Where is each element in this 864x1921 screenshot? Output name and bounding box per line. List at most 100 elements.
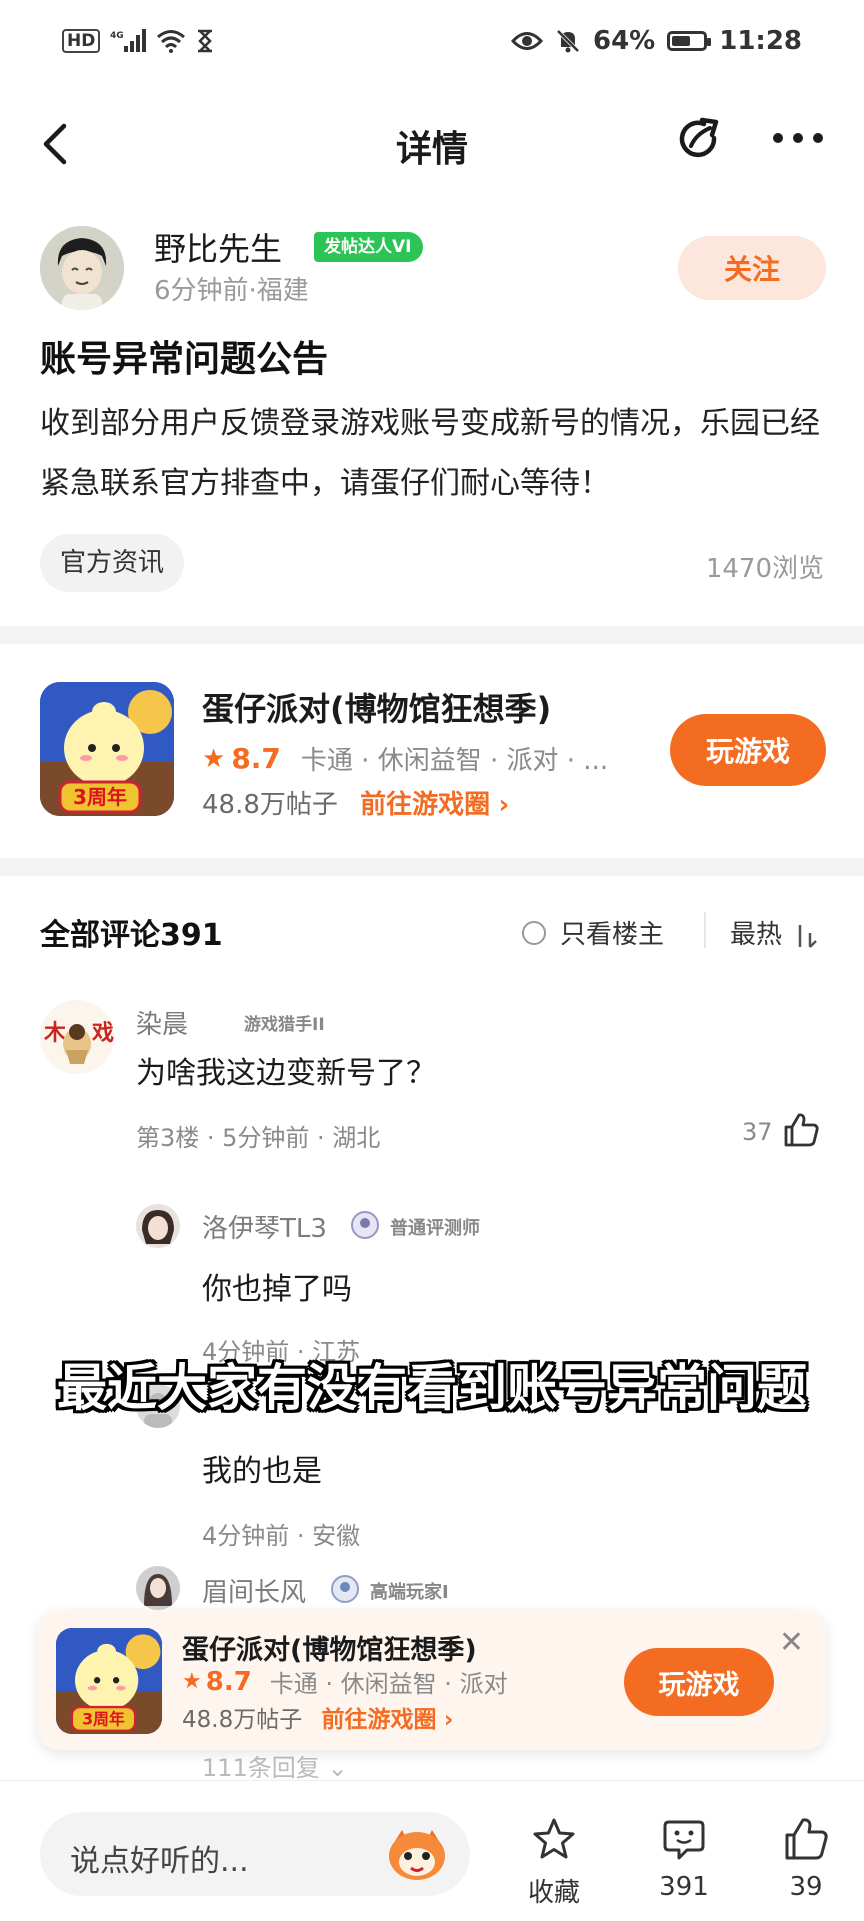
comment-avatar-image: 木 戏 (40, 1000, 114, 1074)
thumbs-up-icon (785, 1818, 828, 1860)
reply-author-badge: 普通评测师 (390, 1218, 480, 1239)
reply-avatar[interactable] (136, 1566, 180, 1610)
chevron-right-icon: › (498, 790, 510, 820)
game-genres: 卡通 · 休闲益智 · 派对 · ... (300, 746, 609, 776)
status-left: HD 4G (62, 28, 214, 54)
like-count: 39 (789, 1872, 823, 1902)
game-circle-link[interactable]: 前往游戏圈 (360, 790, 490, 820)
comment-text: 为啥我这边变新号了？ (136, 1056, 436, 1091)
reply-avatar-image (136, 1204, 180, 1248)
floating-game-icon-image: 3周年 (56, 1628, 162, 1734)
section-divider (0, 626, 864, 644)
more-icon[interactable] (770, 130, 826, 146)
favorite-button[interactable]: 收藏 (504, 1816, 604, 1909)
reply-author[interactable]: 眉间长风 (202, 1572, 306, 1609)
floating-game-genres: 卡通 · 休闲益智 · 派对 (269, 1670, 508, 1698)
eye-icon (511, 32, 543, 50)
reviewer-badge-icon (351, 1211, 379, 1239)
more-replies-link[interactable]: 111条回复 ⌄ (202, 1748, 348, 1783)
sort-label: 最热 (730, 920, 783, 950)
reply-avatar-image (136, 1566, 180, 1610)
chevron-right-icon: › (443, 1707, 454, 1733)
battery-level (672, 36, 691, 46)
game-rating-row: ★ 8.7 卡通 · 休闲益智 · 派对 · ... (202, 740, 608, 777)
game-icon[interactable]: 3周年 (40, 682, 174, 816)
sort-icon (799, 924, 818, 948)
comment-meta: 第3楼 · 5分钟前 · 湖北 (136, 1124, 381, 1152)
post-title: 账号异常问题公告 (40, 339, 329, 380)
mute-bell-icon (556, 29, 580, 53)
header-separator (704, 912, 706, 948)
star-icon: ★ (202, 743, 226, 774)
comment-count: 391 (659, 1872, 709, 1902)
follow-button[interactable]: 关注 (678, 236, 826, 300)
play-game-button[interactable]: 玩游戏 (670, 714, 826, 786)
mascot-icon[interactable] (384, 1822, 450, 1886)
clock: 11:28 (719, 26, 802, 56)
share-icon[interactable] (674, 114, 726, 166)
floating-game-score: 8.7 (205, 1666, 252, 1697)
floating-play-game-button[interactable]: 玩游戏 (624, 1648, 774, 1716)
reply-text: 你也掉了吗 (202, 1272, 352, 1307)
hd-indicator: HD (62, 29, 101, 53)
game-score: 8.7 (231, 742, 281, 775)
post-tag[interactable]: 官方资讯 (40, 534, 185, 592)
floating-game-circle-link[interactable]: 前往游戏圈 (322, 1707, 437, 1733)
reply-meta: 4分钟前 · 安徽 (202, 1522, 361, 1550)
svg-text:4G: 4G (110, 31, 124, 41)
reply-text: 我的也是 (202, 1454, 322, 1489)
floating-game-posts-row: 48.8万帖子 前往游戏圈 › (182, 1700, 453, 1734)
floating-game-icon-label: 3周年 (82, 1710, 125, 1729)
author-avatar[interactable] (40, 226, 124, 310)
signal-icon: 4G (110, 29, 147, 52)
reply-author-badge: 高端玩家I (370, 1582, 449, 1603)
floating-game-icon[interactable]: 3周年 (56, 1628, 162, 1734)
only-owner-label: 只看楼主 (560, 920, 665, 950)
comment-input[interactable]: 说点好听的... (40, 1812, 470, 1896)
game-icon-label: 3周年 (73, 785, 127, 809)
comments-title: 全部评论391 (40, 918, 223, 953)
radio-icon[interactable] (522, 920, 546, 945)
post-body: 收到部分用户反馈登录游戏账号变成新号的情况，乐园已经紧急联系官方排查中，请蛋仔们… (40, 406, 820, 501)
author-badge: 发帖达人VI (314, 232, 424, 262)
star-outline-icon (533, 1818, 575, 1859)
floating-game-card[interactable]: 3周年 蛋仔派对(博物馆狂想季) ★ 8.7 卡通 · 休闲益智 · 派对 48… (38, 1610, 826, 1750)
comment-bubble-icon (663, 1820, 705, 1860)
comment-like-count: 37 (742, 1118, 773, 1146)
status-right: 64% 11:28 (511, 26, 802, 56)
comment-input-placeholder: 说点好听的... (70, 1844, 249, 1879)
svg-text:戏: 戏 (91, 1021, 114, 1046)
status-bar: HD 4G 64% 11:28 (0, 0, 864, 90)
comment-author[interactable]: 染晨 (136, 1004, 188, 1041)
wifi-icon (157, 30, 186, 53)
section-divider (0, 858, 864, 876)
thumbs-up-icon[interactable] (782, 1112, 820, 1148)
floating-game-post-count: 48.8万帖子 (182, 1707, 303, 1733)
player-badge-icon (331, 1575, 359, 1603)
star-icon: ★ (182, 1669, 202, 1694)
game-posts-row: 48.8万帖子 前往游戏圈 › (202, 784, 509, 821)
page-title: 详情 (395, 129, 468, 170)
chevron-down-icon: ⌄ (327, 1754, 348, 1782)
sort-dropdown[interactable]: 最热 (730, 914, 820, 951)
view-count: 1470浏览 (705, 554, 824, 584)
game-name[interactable]: 蛋仔派对(博物馆狂想季) (202, 684, 551, 730)
author-name[interactable]: 野比先生 (154, 224, 282, 270)
author-avatar-image (40, 226, 124, 310)
only-owner-toggle[interactable]: 只看楼主 (522, 914, 664, 951)
battery-icon (667, 31, 712, 51)
like-button[interactable]: 39 (756, 1816, 856, 1902)
reply-avatar[interactable] (136, 1204, 180, 1248)
comment-author-badge: 游戏猎手II (244, 1015, 325, 1035)
favorite-label: 收藏 (527, 1878, 580, 1908)
more-replies-label: 111条回复 (202, 1754, 320, 1782)
game-post-count: 48.8万帖子 (202, 790, 338, 820)
floating-game-rating-row: ★ 8.7 卡通 · 休闲益智 · 派对 (182, 1664, 508, 1699)
close-icon[interactable]: ✕ (779, 1628, 804, 1658)
video-subtitle: 最近大家有没有看到账号异常问题 (57, 1359, 807, 1417)
comment-avatar[interactable]: 木 戏 (40, 1000, 114, 1074)
comment-count-button[interactable]: 391 (634, 1816, 734, 1902)
reply-author[interactable]: 洛伊琴TL3 (202, 1208, 327, 1245)
post-meta: 6分钟前·福建 (154, 276, 309, 306)
floating-game-name[interactable]: 蛋仔派对(博物馆狂想季) (182, 1628, 477, 1667)
